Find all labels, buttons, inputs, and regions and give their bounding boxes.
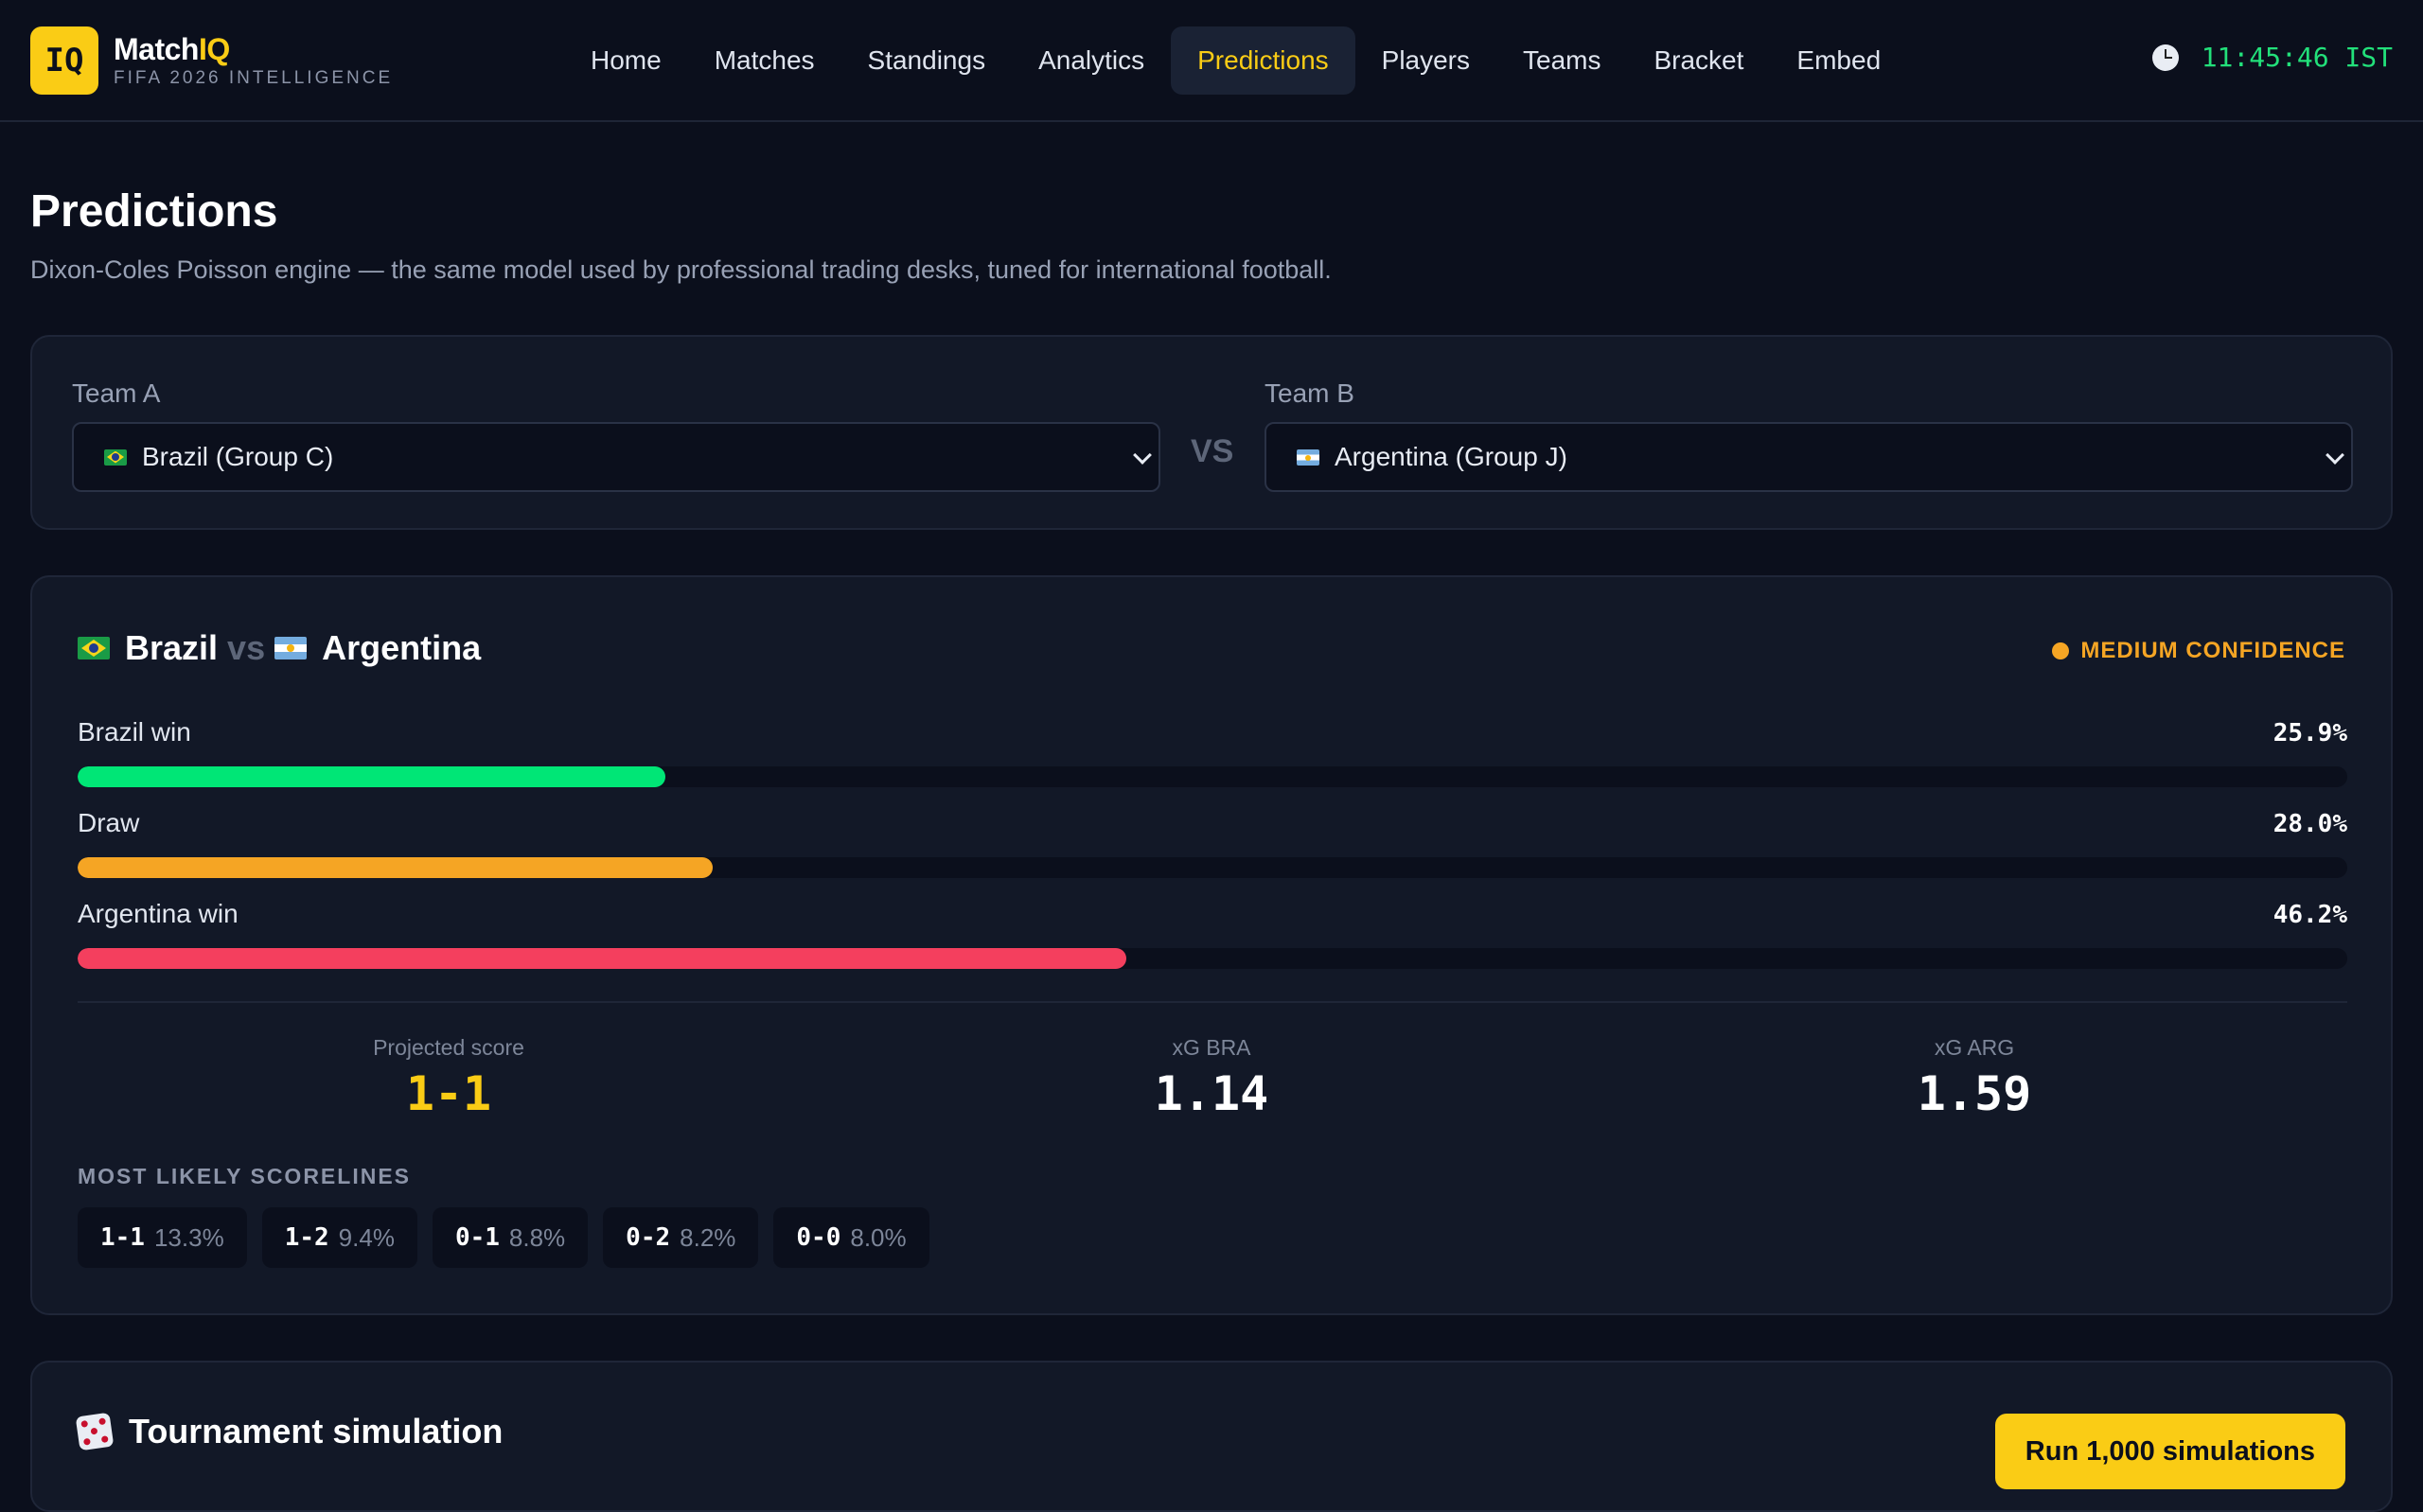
xg-b-stat: xG ARG 1.59 — [1690, 1035, 2258, 1121]
scorelines-heading: MOST LIKELY SCORELINES — [78, 1164, 411, 1188]
team-a-name: Brazil — [125, 628, 219, 667]
status-dot-icon — [2052, 642, 2070, 659]
probability-bar-fill — [78, 948, 1126, 969]
probability-bar-fill — [78, 766, 666, 787]
scorelines-list: 1-1 13.3% 1-2 9.4% 0-1 8.8% 0-2 8.2% 0-0 8.0% — [78, 1207, 945, 1268]
xg-b-value: 1.59 — [1917, 1066, 2032, 1121]
top-header: IQ MatchIQ FIFA 2026 INTELLIGENCE Home M… — [0, 0, 2423, 122]
nav-bracket[interactable]: Bracket — [1627, 26, 1770, 95]
brand-tagline: FIFA 2026 INTELLIGENCE — [114, 68, 394, 88]
nav-standings[interactable]: Standings — [841, 26, 1013, 95]
team-a-select-value: Brazil (Group C) — [142, 442, 334, 471]
match-title: Brazil vs Argentina — [78, 628, 481, 668]
brand-name: MatchIQ — [114, 32, 230, 66]
stat-label: xG BRA — [1172, 1035, 1251, 1060]
outcome-label: Argentina win — [78, 899, 239, 928]
nav-teams[interactable]: Teams — [1496, 26, 1627, 95]
nav-players[interactable]: Players — [1355, 26, 1496, 95]
brazil-flag-icon — [78, 637, 110, 659]
dice-icon — [75, 1412, 115, 1451]
clock-time: 11:45:46 IST — [2201, 42, 2393, 73]
team-b-select[interactable]: Argentina (Group J) — [1265, 422, 2353, 492]
nav-analytics[interactable]: Analytics — [1012, 26, 1171, 95]
team-a-label: Team A — [72, 378, 161, 408]
vs-label: vs — [227, 628, 266, 667]
outcome-value: 28.0% — [2273, 810, 2347, 838]
scoreline-chip: 1-2 9.4% — [261, 1207, 417, 1268]
outcome-value: 46.2% — [2273, 901, 2347, 929]
page-title: Predictions — [30, 186, 278, 237]
brand[interactable]: IQ MatchIQ FIFA 2026 INTELLIGENCE — [30, 26, 393, 95]
stat-label: Projected score — [373, 1035, 524, 1060]
section-divider — [78, 1001, 2347, 1003]
nav-embed[interactable]: Embed — [1770, 26, 1907, 95]
scoreline-chip: 1-1 13.3% — [78, 1207, 247, 1268]
page-subtitle: Dixon-Coles Poisson engine — the same mo… — [30, 255, 1332, 284]
nav-predictions[interactable]: Predictions — [1171, 26, 1355, 95]
xg-a-stat: xG BRA 1.14 — [928, 1035, 1495, 1121]
live-clock: 11:45:46 IST — [2151, 42, 2393, 73]
argentina-flag-icon — [274, 637, 308, 659]
nav-home[interactable]: Home — [564, 26, 688, 95]
probability-bar — [78, 766, 2347, 787]
probability-bar-fill — [78, 857, 714, 878]
projected-score-value: 1-1 — [405, 1066, 492, 1121]
xg-a-value: 1.14 — [1154, 1066, 1269, 1121]
team-b-select-value: Argentina (Group J) — [1335, 442, 1567, 471]
outcome-value: 25.9% — [2273, 719, 2347, 747]
team-b-name: Argentina — [322, 628, 482, 667]
confidence-badge: MEDIUM CONFIDENCE — [2052, 638, 2345, 664]
team-b-label: Team B — [1265, 378, 1354, 408]
team-selector-card: Team A Brazil (Group C) VS Team B Argent… — [30, 335, 2393, 530]
brazil-flag-icon — [104, 448, 127, 466]
confidence-label: MEDIUM CONFIDENCE — [2080, 638, 2345, 663]
prediction-card: Brazil vs Argentina MEDIUM CONFIDENCE Br… — [30, 575, 2393, 1315]
main-nav: Home Matches Standings Analytics Predict… — [564, 26, 1907, 95]
simulation-title-text: Tournament simulation — [129, 1412, 504, 1450]
chevron-down-icon — [2326, 446, 2344, 465]
team-a-select[interactable]: Brazil (Group C) — [72, 422, 1160, 492]
probability-bar — [78, 857, 2347, 878]
stat-label: xG ARG — [1934, 1035, 2015, 1060]
tournament-simulation-card: Tournament simulation Run 1,000 simulati… — [30, 1361, 2393, 1512]
run-simulations-button[interactable]: Run 1,000 simulations — [1994, 1414, 2345, 1489]
argentina-flag-icon — [1297, 448, 1319, 466]
nav-matches[interactable]: Matches — [688, 26, 841, 95]
projected-score-stat: Projected score 1-1 — [165, 1035, 733, 1121]
logo-icon: IQ — [30, 26, 98, 95]
outcome-label: Draw — [78, 808, 140, 837]
clock-icon — [2151, 44, 2179, 71]
probability-bar — [78, 948, 2347, 969]
vs-divider: VS — [1191, 433, 1234, 469]
scoreline-chip: 0-0 8.0% — [773, 1207, 929, 1268]
outcome-label: Brazil win — [78, 717, 191, 747]
scoreline-chip: 0-1 8.8% — [432, 1207, 589, 1268]
simulation-title: Tournament simulation — [75, 1412, 504, 1451]
chevron-down-icon — [1133, 446, 1152, 465]
scoreline-chip: 0-2 8.2% — [603, 1207, 759, 1268]
